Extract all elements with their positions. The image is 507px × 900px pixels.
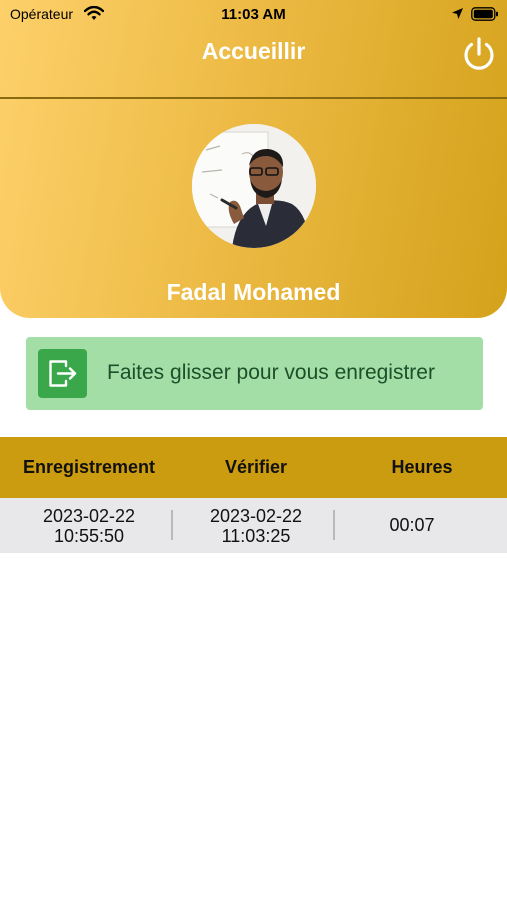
status-bar: Opérateur 11:03 AM xyxy=(0,0,507,28)
status-time: 11:03 AM xyxy=(221,6,286,23)
swipe-handle[interactable] xyxy=(38,349,87,398)
page-title: Accueillir xyxy=(201,38,306,64)
header-divider xyxy=(0,97,507,99)
column-separator xyxy=(333,510,335,540)
battery-icon xyxy=(471,7,499,24)
checkout-time: 11:03:25 xyxy=(221,526,291,546)
swipe-label: Faites glisser pour vous enregistrer xyxy=(107,361,435,384)
column-header-hours: Heures xyxy=(391,457,453,477)
column-header-checkin: Enregistrement xyxy=(22,457,156,477)
profile-header: Opérateur 11:03 AM Accueillir Fadal Moha… xyxy=(0,0,507,318)
checkin-time: 10:55:50 xyxy=(53,526,125,546)
column-header-checkout: Vérifier xyxy=(224,457,288,477)
swipe-to-checkin-slider[interactable]: Faites glisser pour vous enregistrer xyxy=(26,337,483,410)
checkout-cell: 2023-02-22 11:03:25 xyxy=(176,506,336,546)
table-header: Enregistrement Vérifier Heures xyxy=(0,437,507,498)
checkout-date: 2023-02-22 xyxy=(209,506,303,526)
power-icon[interactable] xyxy=(460,35,498,73)
table-row: 2023-02-22 10:55:50 2023-02-22 11:03:25 … xyxy=(0,498,507,553)
hours-cell: 00:07 xyxy=(389,515,435,535)
checkin-date: 2023-02-22 xyxy=(42,506,136,526)
exit-door-icon xyxy=(46,357,79,395)
avatar xyxy=(192,124,316,248)
location-arrow-icon xyxy=(451,7,464,23)
column-separator xyxy=(171,510,173,540)
checkin-cell: 2023-02-22 10:55:50 xyxy=(10,506,168,546)
user-name: Fadal Mohamed xyxy=(166,279,341,305)
